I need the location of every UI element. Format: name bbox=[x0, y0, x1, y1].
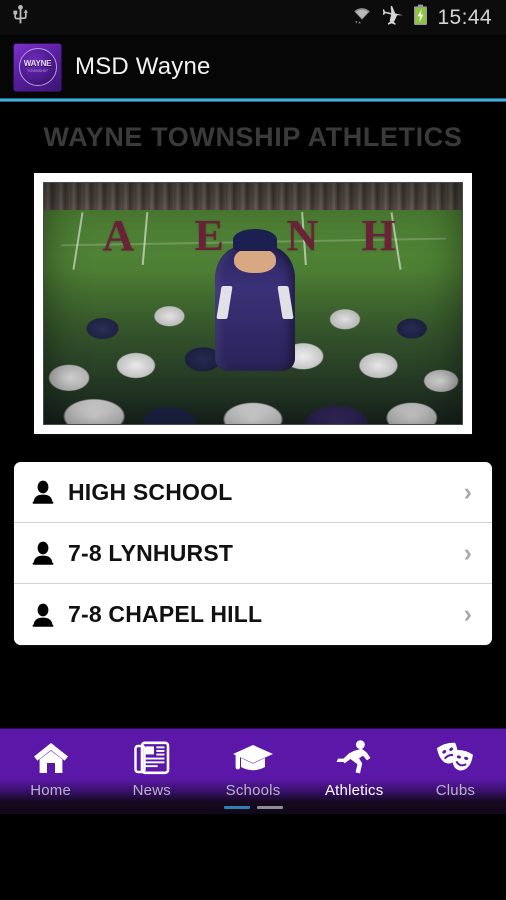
hero-photo-frame: A E N H bbox=[34, 173, 472, 434]
graduation-cap-icon bbox=[232, 737, 274, 779]
app-title: MSD Wayne bbox=[75, 53, 211, 80]
battery-charging-icon bbox=[413, 4, 428, 31]
list-item-label: 7-8 CHAPEL HILL bbox=[68, 601, 263, 627]
school-list: HIGH SCHOOL › 7-8 LYNHURST › 7-8 CHAPEL … bbox=[14, 462, 492, 645]
bottom-navigation: Home News Schools Athletics Clubs bbox=[0, 728, 506, 814]
status-bar-left bbox=[12, 4, 29, 31]
person-icon bbox=[32, 480, 62, 504]
nav-label-athletics: Athletics bbox=[324, 782, 384, 799]
nav-item-news[interactable]: News bbox=[101, 729, 202, 814]
nav-label-schools: Schools bbox=[225, 782, 281, 799]
page-title: WAYNE TOWNSHIP ATHLETICS bbox=[43, 122, 463, 152]
chevron-right-icon[interactable]: › bbox=[464, 540, 476, 566]
nav-item-home[interactable]: Home bbox=[0, 729, 101, 814]
usb-icon bbox=[12, 4, 29, 31]
nav-label-home: Home bbox=[30, 782, 71, 799]
list-item[interactable]: 7-8 CHAPEL HILL › bbox=[14, 584, 492, 645]
photo-vignette bbox=[44, 183, 462, 424]
list-item-label: HIGH SCHOOL bbox=[68, 478, 233, 505]
status-bar-right: 15:44 bbox=[351, 4, 492, 31]
action-bar: WAYNE TOWNSHIP MSD Wayne bbox=[0, 36, 506, 98]
status-bar-clock: 15:44 bbox=[437, 6, 492, 29]
nav-item-athletics[interactable]: Athletics bbox=[304, 729, 405, 814]
home-icon bbox=[32, 737, 70, 779]
person-icon bbox=[32, 541, 62, 565]
wifi-icon bbox=[351, 4, 373, 31]
main-content: WAYNE TOWNSHIP ATHLETICS A E N H HIGH SC… bbox=[0, 102, 506, 814]
logo-seal: WAYNE TOWNSHIP bbox=[18, 48, 57, 86]
person-icon bbox=[32, 603, 62, 627]
nav-item-clubs[interactable]: Clubs bbox=[405, 729, 506, 814]
nav-label-clubs: Clubs bbox=[435, 782, 476, 799]
running-person-icon bbox=[335, 737, 373, 779]
chevron-right-icon[interactable]: › bbox=[464, 479, 476, 505]
nav-label-news: News bbox=[132, 782, 171, 799]
nav-item-schools[interactable]: Schools bbox=[202, 729, 303, 814]
newspaper-icon bbox=[134, 737, 170, 779]
msd-wayne-logo-icon[interactable]: WAYNE TOWNSHIP bbox=[14, 43, 61, 91]
list-item[interactable]: HIGH SCHOOL › bbox=[14, 462, 492, 523]
chevron-right-icon[interactable]: › bbox=[464, 602, 476, 627]
airplane-mode-icon bbox=[382, 5, 404, 31]
list-item[interactable]: 7-8 LYNHURST › bbox=[14, 523, 492, 584]
hero-photo-border: A E N H bbox=[43, 182, 463, 425]
list-item-label: 7-8 LYNHURST bbox=[68, 539, 234, 566]
logo-word: WAYNE bbox=[23, 59, 52, 69]
hero-photo: A E N H bbox=[44, 183, 462, 424]
theater-masks-icon bbox=[435, 737, 475, 779]
logo-sub: TOWNSHIP bbox=[27, 69, 48, 74]
status-bar: 15:44 bbox=[0, 0, 506, 36]
